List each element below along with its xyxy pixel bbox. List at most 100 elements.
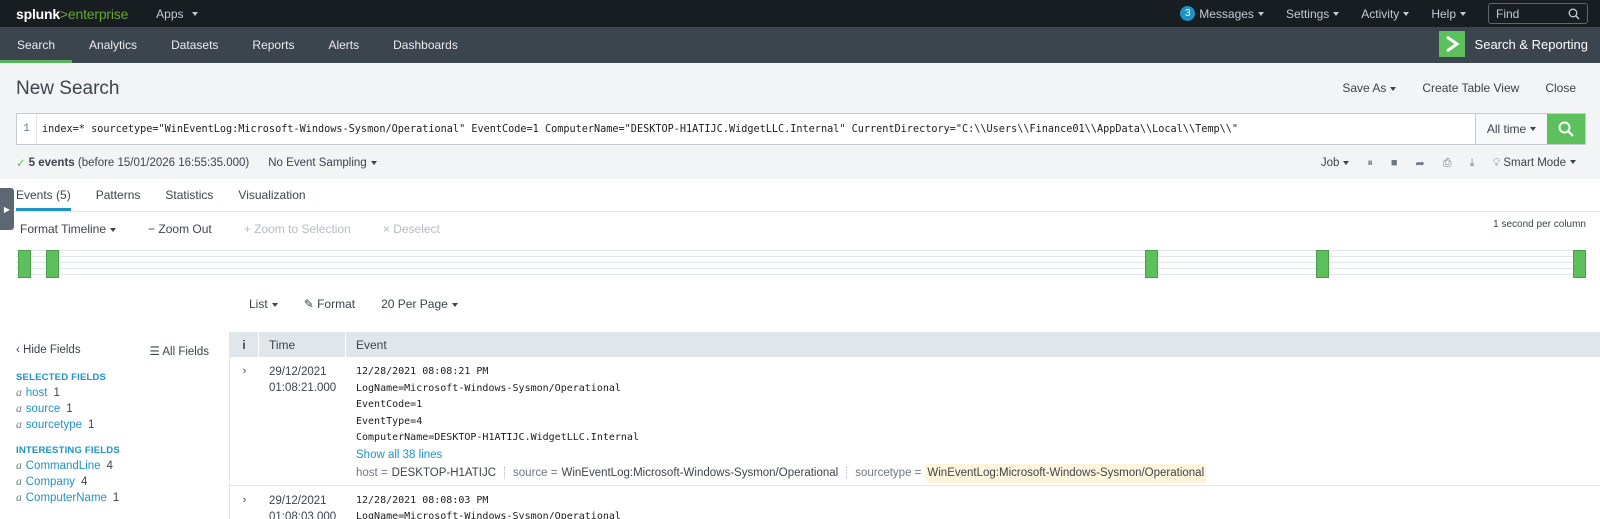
table-row: › 29/12/2021 01:08:03.000 12/28/2021 08:… bbox=[230, 485, 1600, 519]
host-value[interactable]: DESKTOP-H1ATIJC bbox=[392, 465, 496, 482]
field-type-icon: a bbox=[16, 403, 22, 415]
chevron-down-icon bbox=[271, 302, 278, 307]
field-type-icon: a bbox=[16, 419, 22, 431]
messages-count-badge: 3 bbox=[1180, 6, 1196, 21]
lightbulb-icon: 💡︎ bbox=[1492, 156, 1501, 169]
nav-alerts[interactable]: Alerts bbox=[311, 27, 376, 63]
tab-patterns[interactable]: Patterns bbox=[96, 179, 141, 211]
interesting-fields-heading: INTERESTING FIELDS bbox=[16, 445, 120, 456]
hide-fields-button[interactable]: ‹ Hide Fields bbox=[16, 344, 81, 358]
nav-dashboards[interactable]: Dashboards bbox=[376, 27, 475, 63]
splunk-logo[interactable]: splunk > enterprise bbox=[0, 6, 128, 22]
timeline-gridline bbox=[16, 274, 1586, 275]
zoom-out-label: Zoom Out bbox=[158, 222, 212, 236]
zoom-to-selection-button[interactable]: + Zoom to Selection bbox=[244, 222, 351, 236]
tab-statistics[interactable]: Statistics bbox=[165, 179, 213, 211]
apps-menu[interactable]: Apps bbox=[156, 7, 198, 21]
source-key: source = bbox=[513, 467, 558, 479]
nav-reports[interactable]: Reports bbox=[235, 27, 311, 63]
event-line: ComputerName=DESKTOP-H1ATIJC.WidgetLLC.I… bbox=[356, 432, 639, 443]
host-key: host = bbox=[356, 467, 388, 479]
field-host[interactable]: a host 1 bbox=[16, 387, 229, 399]
event-line: 12/28/2021 08:08:21 PM bbox=[356, 366, 489, 377]
expand-chevron-icon[interactable]: › bbox=[230, 357, 259, 485]
time-column-header[interactable]: Time bbox=[259, 332, 346, 357]
field-computername[interactable]: a ComputerName 1 bbox=[16, 492, 229, 504]
timeline-gridline bbox=[16, 250, 1586, 251]
field-name: Company bbox=[25, 476, 75, 488]
print-icon[interactable]: ⎙ bbox=[1443, 157, 1452, 170]
share-icon[interactable]: ➦ bbox=[1416, 157, 1425, 170]
field-name: host bbox=[25, 387, 48, 399]
search-query-input[interactable]: index=* sourcetype="WinEventLog:Microsof… bbox=[37, 114, 1475, 144]
create-table-view-button[interactable]: Create Table View bbox=[1422, 81, 1519, 95]
format-label: Format bbox=[317, 297, 356, 311]
field-count: 1 bbox=[88, 419, 95, 431]
zoom-out-button[interactable]: − Zoom Out bbox=[148, 222, 212, 236]
nav-datasets[interactable]: Datasets bbox=[154, 27, 235, 63]
format-timeline-menu[interactable]: Format Timeline bbox=[20, 222, 117, 236]
results-tabs: Events (5) Patterns Statistics Visualiza… bbox=[0, 179, 1600, 212]
pause-icon[interactable]: ⏸ bbox=[1367, 157, 1373, 170]
timeline-bar[interactable] bbox=[1573, 250, 1586, 278]
app-title[interactable]: Search & Reporting bbox=[1438, 31, 1588, 57]
time-range-picker[interactable]: All time bbox=[1475, 114, 1547, 144]
job-label: Job bbox=[1320, 157, 1340, 169]
list-view-menu[interactable]: List bbox=[249, 297, 278, 311]
export-icon[interactable]: ⤓ bbox=[1470, 157, 1475, 170]
field-source[interactable]: a source 1 bbox=[16, 403, 229, 415]
list-label: List bbox=[249, 297, 268, 311]
messages-menu[interactable]: 3 Messages bbox=[1180, 6, 1264, 21]
settings-label: Settings bbox=[1285, 6, 1330, 21]
field-commandline[interactable]: a CommandLine 4 bbox=[16, 460, 229, 472]
search-app-icon bbox=[1438, 31, 1465, 57]
timeline-scale: 1 second per column bbox=[1493, 219, 1586, 230]
chevron-down-icon bbox=[1333, 11, 1340, 16]
settings-menu[interactable]: Settings bbox=[1285, 6, 1340, 21]
all-fields-button[interactable]: ☰ All Fields bbox=[149, 344, 209, 358]
job-menu[interactable]: Job bbox=[1321, 157, 1350, 169]
expand-chevron-icon[interactable]: › bbox=[230, 486, 259, 519]
find-input[interactable]: Find bbox=[1488, 3, 1588, 24]
chevron-down-icon bbox=[370, 160, 377, 165]
help-menu[interactable]: Help bbox=[1431, 7, 1466, 21]
sourcetype-value[interactable]: WinEventLog:Microsoft-Windows-Sysmon/Ope… bbox=[925, 464, 1207, 483]
chevron-down-icon bbox=[1390, 86, 1397, 91]
all-fields-label: All Fields bbox=[162, 346, 209, 358]
page-title: New Search bbox=[16, 78, 120, 99]
timeline-bar[interactable] bbox=[46, 250, 59, 278]
save-as-button[interactable]: Save As bbox=[1342, 81, 1397, 95]
nav-search[interactable]: Search bbox=[0, 27, 73, 63]
event-timeline[interactable] bbox=[16, 246, 1586, 278]
nav-analytics[interactable]: Analytics bbox=[72, 27, 154, 63]
tab-events[interactable]: Events (5) bbox=[16, 179, 71, 211]
events-count: 5 events bbox=[28, 157, 75, 169]
close-button[interactable]: Close bbox=[1545, 81, 1576, 95]
field-type-icon: a bbox=[16, 387, 22, 399]
divider bbox=[846, 467, 848, 480]
timeline-bar[interactable] bbox=[1316, 250, 1329, 278]
field-company[interactable]: a Company 4 bbox=[16, 476, 229, 488]
activity-menu[interactable]: Activity bbox=[1361, 7, 1410, 21]
sampling-dropdown[interactable]: No Event Sampling bbox=[268, 157, 377, 169]
search-mode-menu[interactable]: 💡︎ Smart Mode bbox=[1492, 157, 1576, 170]
event-line: LogName=Microsoft-Windows-Sysmon/Operati… bbox=[356, 382, 621, 394]
format-button[interactable]: ✎ Format bbox=[304, 297, 355, 311]
stop-icon[interactable]: ■ bbox=[1391, 157, 1398, 169]
chevron-down-icon bbox=[110, 227, 117, 232]
show-all-lines-link[interactable]: Show all 38 lines bbox=[356, 447, 1206, 464]
timeline-bar[interactable] bbox=[1145, 250, 1158, 278]
divider bbox=[504, 467, 506, 480]
timeline-bar[interactable] bbox=[18, 250, 31, 278]
search-button[interactable] bbox=[1547, 114, 1585, 144]
deselect-button[interactable]: × Deselect bbox=[383, 222, 440, 236]
find-placeholder: Find bbox=[1496, 6, 1520, 21]
per-page-menu[interactable]: 20 Per Page bbox=[381, 297, 458, 311]
tab-visualization[interactable]: Visualization bbox=[238, 179, 305, 211]
events-table-header: i Time Event bbox=[230, 332, 1600, 357]
field-name: ComputerName bbox=[25, 492, 107, 504]
source-value[interactable]: WinEventLog:Microsoft-Windows-Sysmon/Ope… bbox=[561, 465, 838, 482]
logo-splunk-text: splunk bbox=[16, 5, 60, 22]
field-sourcetype[interactable]: a sourcetype 1 bbox=[16, 419, 229, 431]
checkmark-icon: ✓ bbox=[16, 158, 26, 170]
